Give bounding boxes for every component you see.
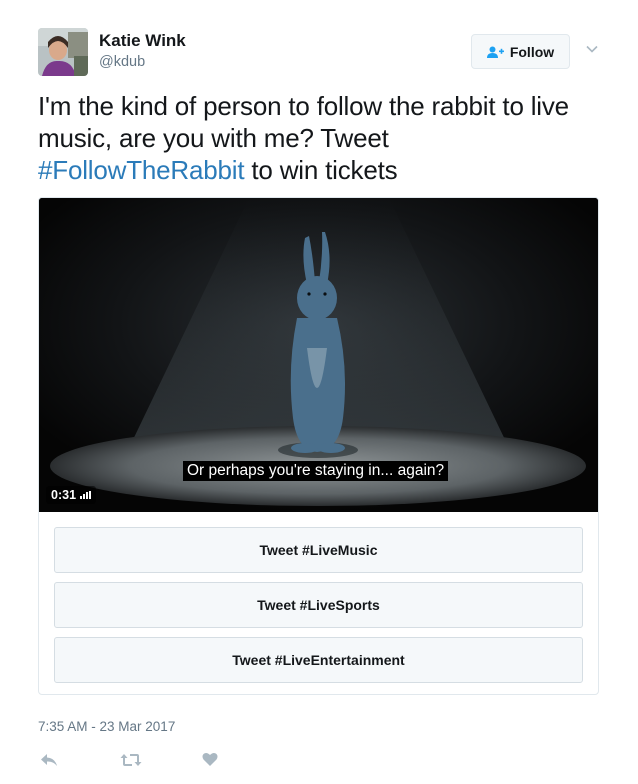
tweet-text-part2: to win tickets <box>244 155 398 185</box>
hashtag-link[interactable]: #FollowTheRabbit <box>38 155 245 185</box>
follow-button[interactable]: Follow <box>471 34 570 69</box>
follow-label: Follow <box>509 43 555 60</box>
heart-icon[interactable] <box>202 752 218 767</box>
add-user-icon <box>486 46 504 58</box>
reply-icon[interactable] <box>40 752 58 768</box>
retweet-icon[interactable] <box>120 752 142 768</box>
poll-button-live-music[interactable]: Tweet #LiveMusic <box>54 527 583 573</box>
poll-button-live-entertainment[interactable]: Tweet #LiveEntertainment <box>54 637 583 683</box>
tweet-header: Katie Wink @kdub Follow <box>38 28 600 78</box>
avatar-image <box>38 28 88 76</box>
user-handle[interactable]: @kdub <box>99 54 145 70</box>
video-duration: 0:31 <box>46 486 97 504</box>
volume-icon <box>80 491 92 499</box>
user-name[interactable]: Katie Wink <box>99 31 186 51</box>
tweet-text: I'm the kind of person to follow the rab… <box>38 90 598 186</box>
video-caption: Or perhaps you're staying in... again? <box>183 461 449 481</box>
tweet-text-part1: I'm the kind of person to follow the rab… <box>38 91 569 153</box>
poll-button-live-sports[interactable]: Tweet #LiveSports <box>54 582 583 628</box>
tweet-card: Or perhaps you're staying in... again? 0… <box>38 197 599 695</box>
video-player[interactable]: Or perhaps you're staying in... again? 0… <box>39 198 598 512</box>
avatar[interactable] <box>38 28 88 76</box>
video-duration-text: 0:31 <box>51 488 77 502</box>
tweet-actions <box>38 750 338 772</box>
chevron-down-icon[interactable] <box>585 42 599 56</box>
tweet-timestamp[interactable]: 7:35 AM - 23 Mar 2017 <box>38 719 175 734</box>
